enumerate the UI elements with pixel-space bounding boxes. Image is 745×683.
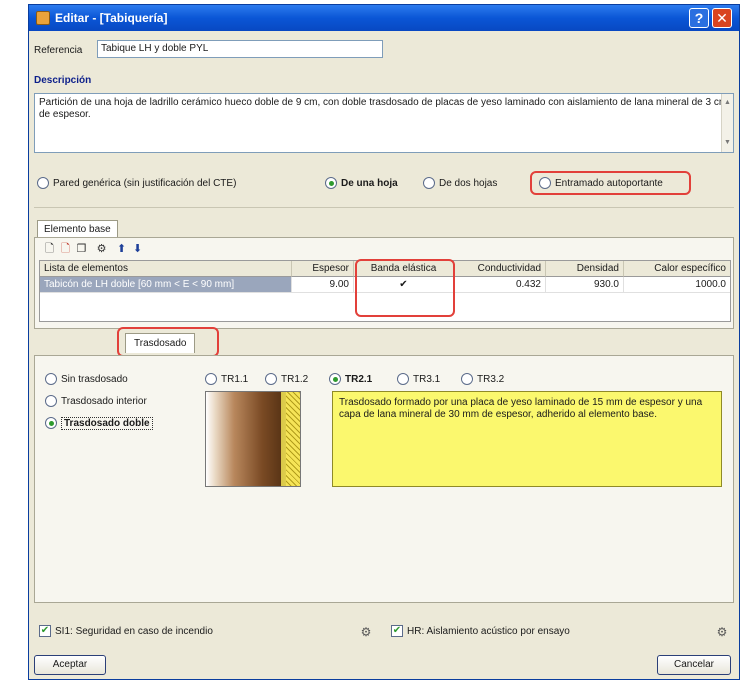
highlight-entramado [530, 171, 691, 195]
option-de-dos-hojas[interactable]: De dos hojas [423, 177, 497, 189]
option-trasdosado-doble[interactable]: Trasdosado doble [45, 416, 153, 430]
option-tr1-2[interactable]: TR1.2 [265, 373, 308, 385]
option-sin-trasdosado[interactable]: Sin trasdosado [45, 373, 128, 385]
tr1-2-radio[interactable] [265, 373, 277, 385]
library-icon[interactable]: ⚙ [95, 243, 108, 256]
trasdosado-interior-radio[interactable] [45, 395, 57, 407]
trasdosado-doble-radio[interactable] [45, 417, 57, 429]
de-dos-hojas-radio[interactable] [423, 177, 435, 189]
arrow-up-icon[interactable]: ⬆ [115, 243, 128, 256]
sin-trasdosado-radio[interactable] [45, 373, 57, 385]
tr3-2-radio[interactable] [461, 373, 473, 385]
hr-checkbox[interactable]: ✔ [391, 625, 403, 637]
edit-dialog: Editar - [Tabiquería] ? ✕ Referencia Tab… [28, 4, 740, 680]
delete-icon[interactable]: 🗋 [59, 243, 72, 256]
option-tr2-1[interactable]: TR2.1 [329, 373, 372, 385]
row-espesor-cell[interactable]: 9.00 [292, 277, 354, 293]
row-conductividad-cell[interactable]: 0.432 [454, 277, 546, 293]
col-densidad[interactable]: Densidad [546, 261, 624, 277]
col-lista[interactable]: Lista de elementos [40, 261, 292, 277]
descripcion-text: Partición de una hoja de ladrillo cerámi… [39, 97, 728, 120]
app-icon [36, 11, 50, 25]
row-calor-cell[interactable]: 1000.0 [624, 277, 730, 293]
tab-elemento-base[interactable]: Elemento base [37, 220, 118, 238]
wall-section-preview [205, 391, 301, 487]
option-de-una-hoja[interactable]: De una hoja [325, 177, 398, 189]
col-espesor[interactable]: Espesor [292, 261, 354, 277]
descripcion-textarea[interactable]: Partición de una hoja de ladrillo cerámi… [34, 93, 734, 153]
descripcion-scrollbar[interactable]: ▲ ▼ [721, 94, 733, 152]
de-una-hoja-radio[interactable] [325, 177, 337, 189]
si1-checkbox[interactable]: ✔ [39, 625, 51, 637]
row-densidad-cell[interactable]: 930.0 [546, 277, 624, 293]
row-name-cell[interactable]: Tabicón de LH doble [60 mm < E < 90 mm] [40, 277, 292, 293]
copy-icon[interactable]: ❐ [75, 243, 88, 256]
help-button[interactable]: ? [689, 8, 709, 28]
new-icon[interactable]: 🗋 [43, 243, 56, 256]
highlight-trasdosado [117, 327, 219, 357]
option-tr3-2[interactable]: TR3.2 [461, 373, 504, 385]
arrow-down-icon[interactable]: ⬇ [131, 243, 144, 256]
referencia-label: Referencia [34, 45, 83, 56]
accept-button[interactable]: Aceptar [34, 655, 106, 675]
cancel-button[interactable]: Cancelar [657, 655, 731, 675]
tr1-1-radio[interactable] [205, 373, 217, 385]
scroll-up-icon[interactable]: ▲ [724, 97, 731, 109]
check-hr[interactable]: ✔ HR: Aislamiento acústico por ensayo [391, 625, 570, 637]
col-calor-especifico[interactable]: Calor específico [624, 261, 730, 277]
tr3-1-radio[interactable] [397, 373, 409, 385]
trasdosado-description: Trasdosado formado por una placa de yeso… [332, 391, 722, 487]
scroll-down-icon[interactable]: ▼ [724, 137, 731, 149]
option-pared-generica[interactable]: Pared genérica (sin justificación del CT… [37, 177, 236, 189]
option-tr1-1[interactable]: TR1.1 [205, 373, 248, 385]
hr-settings-icon[interactable]: ⚙ [715, 625, 729, 639]
check-si1[interactable]: ✔ SI1: Seguridad en caso de incendio [39, 625, 213, 637]
title-bar[interactable]: Editar - [Tabiquería] ? ✕ [29, 5, 739, 31]
referencia-input[interactable]: Tabique LH y doble PYL [97, 40, 383, 58]
option-tr3-1[interactable]: TR3.1 [397, 373, 440, 385]
close-button[interactable]: ✕ [712, 8, 732, 28]
option-trasdosado-interior[interactable]: Trasdosado interior [45, 395, 147, 407]
col-conductividad[interactable]: Conductividad [454, 261, 546, 277]
highlight-banda-elastica [355, 259, 455, 317]
pared-generica-radio[interactable] [37, 177, 49, 189]
divider [34, 207, 734, 208]
window-title: Editar - [Tabiquería] [55, 11, 168, 25]
descripcion-title: Descripción [34, 75, 92, 86]
si1-settings-icon[interactable]: ⚙ [359, 625, 373, 639]
tr2-1-radio[interactable] [329, 373, 341, 385]
